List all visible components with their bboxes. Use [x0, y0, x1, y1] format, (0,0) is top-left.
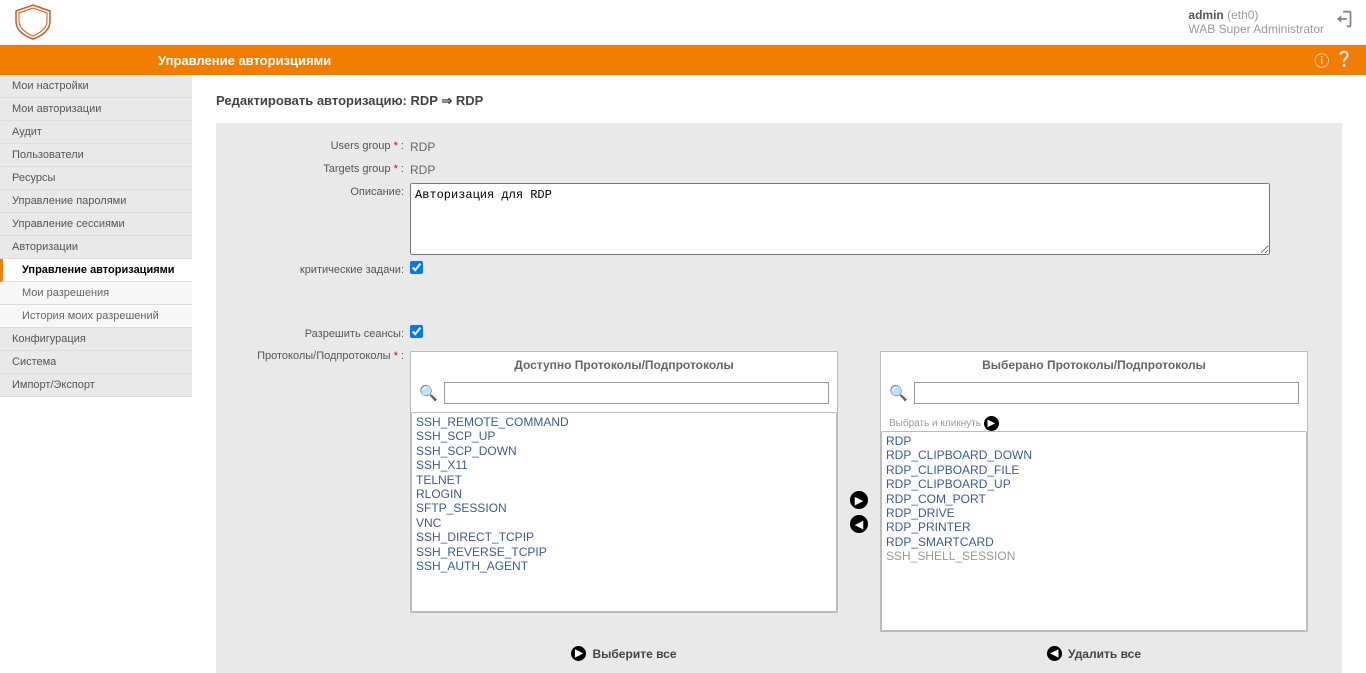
list-item[interactable]: RDP_PRINTER	[884, 520, 1304, 534]
sidebar-item[interactable]: Мои настройки	[0, 75, 192, 98]
search-icon: 🔍	[889, 384, 908, 402]
move-right-button[interactable]: ▶	[850, 491, 868, 509]
app-logo	[10, 3, 56, 41]
list-item[interactable]: SFTP_SESSION	[414, 501, 834, 515]
arrow-right-icon: ▶	[571, 646, 586, 661]
topbar: admin (eth0) WAB Super Administrator	[0, 0, 1366, 45]
remove-all-button[interactable]: ◀ Удалить все	[880, 640, 1308, 667]
list-item[interactable]: RDP_CLIPBOARD_UP	[884, 477, 1304, 491]
selected-header: Выберано Протоколы/Подпротоколы	[881, 352, 1307, 378]
sidebar-item[interactable]: Ресурсы	[0, 167, 192, 190]
sidebar-item[interactable]: Конфигурация	[0, 328, 192, 351]
description-textarea[interactable]	[410, 183, 1270, 255]
hint-arrow-icon: ▶	[984, 416, 999, 431]
list-item[interactable]: VNC	[414, 516, 834, 530]
sidebar-item[interactable]: Пользователи	[0, 144, 192, 167]
sidebar-item[interactable]: Система	[0, 351, 192, 374]
user-info: admin (eth0) WAB Super Administrator	[1188, 8, 1324, 36]
list-item[interactable]: TELNET	[414, 473, 834, 487]
sidebar-item[interactable]: Мои разрешения	[0, 282, 192, 305]
list-item[interactable]: SSH_AUTH_AGENT	[414, 559, 834, 573]
list-item[interactable]: SSH_REMOTE_COMMAND	[414, 415, 834, 429]
sidebar-item[interactable]: Аудит	[0, 121, 192, 144]
arrow-left-icon: ◀	[1047, 646, 1062, 661]
info-icon[interactable]: ⓘ	[1314, 50, 1329, 71]
list-item[interactable]: RDP_CLIPBOARD_DOWN	[884, 448, 1304, 462]
sidebar-item[interactable]: История моих разрешений	[0, 305, 192, 328]
sidebar: Мои настройкиМои авторизацииАудитПользов…	[0, 75, 192, 397]
breadcrumb: Управление авторизциями	[150, 53, 339, 68]
targets-group-value: RDP	[410, 160, 435, 177]
list-item[interactable]: SSH_X11	[414, 458, 834, 472]
selected-listbox: Выберано Протоколы/Подпротоколы 🔍 Выбрат…	[880, 351, 1308, 632]
page-title: Редактировать авторизацию: RDP ⇒ RDP	[216, 93, 1342, 109]
available-select[interactable]: SSH_REMOTE_COMMANDSSH_SCP_UPSSH_SCP_DOWN…	[411, 412, 837, 612]
users-group-value: RDP	[410, 137, 435, 154]
sidebar-item[interactable]: Импорт/Экспорт	[0, 374, 192, 397]
list-item[interactable]: SSH_SCP_UP	[414, 429, 834, 443]
logout-icon[interactable]	[1334, 8, 1356, 36]
list-item[interactable]: RDP_SMARTCARD	[884, 535, 1304, 549]
edit-form: Users group * : RDP Targets group * : RD…	[216, 123, 1342, 673]
list-item[interactable]: RDP	[884, 434, 1304, 448]
available-header: Доступно Протоколы/Подпротоколы	[411, 352, 837, 378]
search-icon: 🔍	[419, 384, 438, 402]
username: admin	[1188, 8, 1223, 22]
list-item[interactable]: RLOGIN	[414, 487, 834, 501]
allow-sessions-checkbox[interactable]	[410, 325, 423, 338]
user-role: WAB Super Administrator	[1188, 22, 1324, 36]
available-search-input[interactable]	[444, 382, 829, 404]
critical-checkbox[interactable]	[410, 261, 423, 274]
help-icon[interactable]: ❔	[1335, 50, 1354, 71]
sidebar-item[interactable]: Авторизации	[0, 236, 192, 259]
user-interface: (eth0)	[1227, 8, 1258, 22]
sidebar-item[interactable]: Управление сессиями	[0, 213, 192, 236]
select-all-button[interactable]: ▶ Выберите все	[410, 640, 838, 667]
main-content: Редактировать авторизацию: RDP ⇒ RDP Use…	[192, 75, 1366, 673]
list-item[interactable]: SSH_SCP_DOWN	[414, 444, 834, 458]
sidebar-item[interactable]: Мои авторизации	[0, 98, 192, 121]
list-item[interactable]: RDP_COM_PORT	[884, 492, 1304, 506]
available-listbox: Доступно Протоколы/Подпротоколы 🔍 SSH_RE…	[410, 351, 838, 613]
breadcrumb-bar: Управление авторизциями ⓘ ❔	[0, 45, 1366, 75]
selected-select[interactable]: RDPRDP_CLIPBOARD_DOWNRDP_CLIPBOARD_FILER…	[881, 431, 1307, 631]
list-item[interactable]: SSH_REVERSE_TCPIP	[414, 545, 834, 559]
move-left-button[interactable]: ◀	[850, 515, 868, 533]
sidebar-item[interactable]: Управление авторизациями	[0, 259, 192, 282]
list-item[interactable]: RDP_DRIVE	[884, 506, 1304, 520]
list-item[interactable]: SSH_DIRECT_TCPIP	[414, 530, 834, 544]
list-item[interactable]: RDP_CLIPBOARD_FILE	[884, 463, 1304, 477]
sidebar-item[interactable]: Управление паролями	[0, 190, 192, 213]
selected-search-input[interactable]	[914, 382, 1299, 404]
list-item[interactable]: SSH_SHELL_SESSION	[884, 549, 1304, 563]
